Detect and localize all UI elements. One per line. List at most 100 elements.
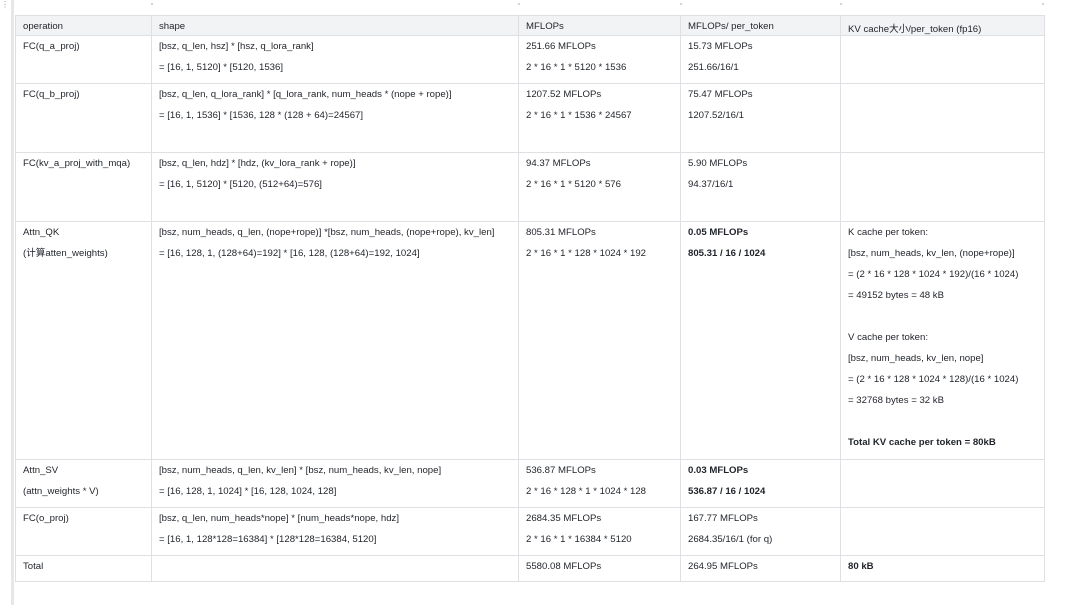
cell-line: = (2 * 16 * 128 * 1024 * 128)/(16 * 1024… <box>848 374 1019 385</box>
cell-line: = [16, 1, 5120] * [5120, 1536] <box>159 62 284 73</box>
cell-line: FC(q_b_proj) <box>23 89 80 100</box>
column-resize-handle[interactable] <box>151 3 153 5</box>
cell-kv-cache[interactable] <box>840 35 1045 84</box>
cell-operation[interactable]: FC(q_a_proj) <box>15 35 152 84</box>
table-row: Total 5580.08 MFLOPs 264.95 MFLOPs 80 kB <box>15 555 1045 582</box>
cell-line: [bsz, q_len, hdz] * [hdz, (kv_lora_rank … <box>159 158 356 169</box>
cell-line: = [16, 1, 128*128=16384] * [128*128=1638… <box>159 534 377 545</box>
cell-kv-cache[interactable]: 80 kB <box>840 555 1045 582</box>
column-resize-handle[interactable] <box>518 3 520 5</box>
cell-line <box>848 415 1038 436</box>
cell-kv-cache[interactable] <box>840 459 1045 508</box>
cell-line: FC(kv_a_proj_with_mqa) <box>23 158 131 169</box>
cell-line: 5.90 MFLOPs <box>688 158 748 169</box>
cell-line: = [16, 1, 5120] * [5120, (512+64)=576] <box>159 179 322 190</box>
cell-operation[interactable]: FC(kv_a_proj_with_mqa) <box>15 152 152 222</box>
table-row: Attn_SV (attn_weights * V) [bsz, num_heads… <box>15 459 1045 508</box>
cell-line: Attn_QK <box>23 227 60 238</box>
cell-mflops[interactable]: 1207.52 MFLOPs 2 * 16 * 1 * 1536 * 24567 <box>518 83 681 153</box>
header-operation[interactable]: operation <box>15 15 152 36</box>
cell-mflops[interactable]: 251.66 MFLOPs 2 * 16 * 1 * 5120 * 1536 <box>518 35 681 84</box>
cell-line: 2 * 16 * 1 * 5120 * 1536 <box>526 62 627 73</box>
cell-line: 94.37 MFLOPs <box>526 158 591 169</box>
cell-shape[interactable]: [bsz, num_heads, q_len, (nope+rope)] *[b… <box>151 221 519 460</box>
cell-line: 2 * 16 * 1 * 5120 * 576 <box>526 179 621 190</box>
cell-shape[interactable]: [bsz, q_len, hdz] * [hdz, (kv_lora_rank … <box>151 152 519 222</box>
cell-operation[interactable]: Attn_QK (计算atten_weights) <box>15 221 152 460</box>
table-row: FC(o_proj) [bsz, q_len, num_heads*nope] *… <box>15 507 1045 556</box>
cell-line: = [16, 128, 1, (128+64)=192] * [16, 128,… <box>159 248 420 259</box>
cell-shape[interactable]: [bsz, q_len, q_lora_rank] * [q_lora_rank… <box>151 83 519 153</box>
cell-line: = 49152 bytes = 48 kB <box>848 290 945 301</box>
cell-line: 805.31 / 16 / 1024 <box>688 248 766 259</box>
cell-line: 75.47 MFLOPs <box>688 89 753 100</box>
column-resize-markers <box>0 0 1080 10</box>
cell-mflops-per-token[interactable]: 167.77 MFLOPs 2684.35/16/1 (for q) <box>680 507 841 556</box>
column-resize-handle[interactable] <box>680 3 682 5</box>
cell-line: 5580.08 MFLOPs <box>526 561 602 572</box>
column-resize-handle[interactable] <box>1042 3 1044 5</box>
flops-table: operation shape MFLOPs MFLOPs/ per_token… <box>15 15 1045 582</box>
cell-kv-cache[interactable]: K cache per token: [bsz, num_heads, kv_le… <box>840 221 1045 460</box>
cell-line: 0.05 MFLOPs <box>688 227 749 238</box>
cell-kv-cache[interactable] <box>840 83 1045 153</box>
cell-line: [bsz, num_heads, q_len, (nope+rope)] *[b… <box>159 227 495 238</box>
cell-line: 0.03 MFLOPs <box>688 465 749 476</box>
cell-mflops[interactable]: 5580.08 MFLOPs <box>518 555 681 582</box>
cell-shape[interactable]: [bsz, num_heads, q_len, kv_len] * [bsz, … <box>151 459 519 508</box>
table-row: Attn_QK (计算atten_weights) [bsz, num_heads,… <box>15 221 1045 460</box>
header-mflops[interactable]: MFLOPs <box>518 15 681 36</box>
cell-line: 2 * 16 * 1 * 1536 * 24567 <box>526 110 632 121</box>
cell-operation[interactable]: FC(o_proj) <box>15 507 152 556</box>
cell-shape[interactable]: [bsz, q_len, hsz] * [hsz, q_lora_rank] = … <box>151 35 519 84</box>
cell-line: FC(o_proj) <box>23 513 69 524</box>
cell-line: 2 * 16 * 1 * 128 * 1024 * 192 <box>526 248 647 259</box>
cell-line: [bsz, q_len, hsz] * [hsz, q_lora_rank] <box>159 41 314 52</box>
cell-line: [bsz, q_len, num_heads*nope] * [num_head… <box>159 513 400 524</box>
cell-line: 805.31 MFLOPs <box>526 227 596 238</box>
cell-mflops[interactable]: 805.31 MFLOPs 2 * 16 * 1 * 128 * 1024 * 1… <box>518 221 681 460</box>
cell-line: [bsz, q_len, q_lora_rank] * [q_lora_rank… <box>159 89 452 100</box>
cell-kv-cache[interactable] <box>840 152 1045 222</box>
cell-mflops-per-token[interactable]: 0.03 MFLOPs 536.87 / 16 / 1024 <box>680 459 841 508</box>
cell-line: = [16, 1, 1536] * [1536, 128 * (128 + 64… <box>159 110 364 121</box>
table-row: FC(kv_a_proj_with_mqa) [bsz, q_len, hdz] … <box>15 152 1045 222</box>
cell-kv-cache[interactable] <box>840 507 1045 556</box>
cell-line: FC(q_a_proj) <box>23 41 80 52</box>
header-mflops-per-token[interactable]: MFLOPs/ per_token <box>680 15 841 36</box>
cell-mflops-per-token[interactable]: 5.90 MFLOPs 94.37/16/1 <box>680 152 841 222</box>
header-shape[interactable]: shape <box>151 15 519 36</box>
cell-line: 264.95 MFLOPs <box>688 561 758 572</box>
cell-shape[interactable] <box>151 555 519 582</box>
header-row: operation shape MFLOPs MFLOPs/ per_token… <box>15 15 1045 36</box>
cell-line: Attn_SV <box>23 465 59 476</box>
column-resize-handle[interactable] <box>840 3 842 5</box>
cell-operation[interactable]: Attn_SV (attn_weights * V) <box>15 459 152 508</box>
cell-mflops[interactable]: 94.37 MFLOPs 2 * 16 * 1 * 5120 * 576 <box>518 152 681 222</box>
cell-line: 80 kB <box>848 561 874 572</box>
cell-mflops[interactable]: 2684.35 MFLOPs 2 * 16 * 1 * 16384 * 5120 <box>518 507 681 556</box>
cell-line: (计算atten_weights) <box>23 248 108 259</box>
cell-line: [bsz, num_heads, kv_len, (nope+rope)] <box>848 248 1015 259</box>
cell-line: Total KV cache per token = 80kB <box>848 437 996 448</box>
cell-line: 251.66 MFLOPs <box>526 41 596 52</box>
cell-mflops-per-token[interactable]: 15.73 MFLOPs 251.66/16/1 <box>680 35 841 84</box>
cell-mflops-per-token[interactable]: 264.95 MFLOPs <box>680 555 841 582</box>
cell-mflops-per-token[interactable]: 75.47 MFLOPs 1207.52/16/1 <box>680 83 841 153</box>
cell-line: [bsz, num_heads, kv_len, nope] <box>848 353 984 364</box>
cell-line: = [16, 128, 1, 1024] * [16, 128, 1024, 1… <box>159 486 337 497</box>
cell-line: 1207.52/16/1 <box>688 110 745 121</box>
cell-line: = (2 * 16 * 128 * 1024 * 192)/(16 * 1024… <box>848 269 1019 280</box>
cell-line: 536.87 / 16 / 1024 <box>688 486 766 497</box>
table-row: FC(q_a_proj) [bsz, q_len, hsz] * [hsz, q_… <box>15 35 1045 84</box>
cell-operation[interactable]: Total <box>15 555 152 582</box>
cell-line: 94.37/16/1 <box>688 179 734 190</box>
cell-operation[interactable]: FC(q_b_proj) <box>15 83 152 153</box>
cell-shape[interactable]: [bsz, q_len, num_heads*nope] * [num_head… <box>151 507 519 556</box>
cell-line: 167.77 MFLOPs <box>688 513 758 524</box>
cell-line: 2 * 16 * 128 * 1 * 1024 * 128 <box>526 486 647 497</box>
cell-mflops-per-token[interactable]: 0.05 MFLOPs 805.31 / 16 / 1024 <box>680 221 841 460</box>
cell-line: Total <box>23 561 44 572</box>
cell-mflops[interactable]: 536.87 MFLOPs 2 * 16 * 128 * 1 * 1024 * 1… <box>518 459 681 508</box>
header-kv-cache[interactable]: KV cache大小/per_token (fp16) <box>840 15 1045 36</box>
